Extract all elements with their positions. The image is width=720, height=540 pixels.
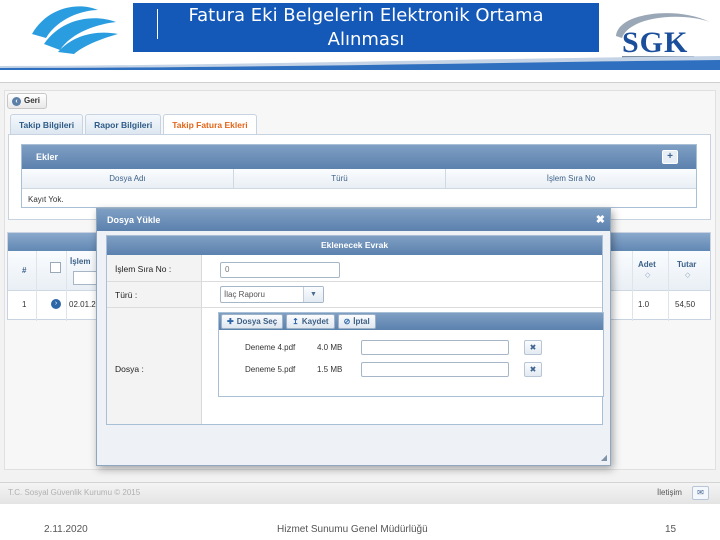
cancel-icon: ⊘ — [343, 317, 351, 326]
contact-icon[interactable]: ✉ — [692, 486, 709, 500]
institution-logo — [32, 6, 118, 54]
grid-divider — [66, 251, 67, 321]
ekler-panel: Ekler + Dosya Adı Türü İşlem Sıra No Kay… — [21, 144, 697, 208]
row-adet: 1.0 — [638, 300, 650, 309]
slide-title: Fatura Eki Belgelerin Elektronik Ortama … — [133, 3, 599, 52]
choose-file-label: Dosya Seç — [236, 317, 278, 326]
dialog-header[interactable]: Dosya Yükle ✖ — [97, 209, 610, 231]
file-progress-field[interactable] — [361, 362, 509, 377]
file-upload-panel: ✚ Dosya Seç ↥ Kaydet ⊘ İptal Deneme 4.pd… — [218, 312, 604, 397]
empty-message: Kayıt Yok. — [28, 195, 64, 204]
copyright-text: T.C. Sosyal Güvenlik Kurumu © 2015 — [8, 488, 141, 497]
islem-sira-label: İşlem Sıra No : — [115, 264, 172, 274]
grid-divider — [632, 251, 633, 321]
slide-date: 2.11.2020 — [44, 524, 88, 535]
form-row-divider — [107, 307, 602, 308]
turu-selected-value: İlaç Raporu — [224, 290, 265, 299]
title-divider — [157, 9, 158, 39]
upload-arrow-icon: ↥ — [292, 317, 299, 326]
back-button-label: Geri — [24, 96, 41, 105]
slide-page-number: 15 — [665, 524, 677, 535]
expand-row-icon[interactable]: › — [51, 299, 61, 309]
back-arrow-icon: ‹ — [12, 96, 21, 106]
file-name: Deneme 4.pdf — [245, 343, 296, 352]
choose-file-button[interactable]: ✚ Dosya Seç — [221, 314, 284, 329]
form-section-title: Eklenecek Evrak — [107, 236, 602, 255]
contact-link[interactable]: İletişim — [657, 488, 682, 497]
select-all-checkbox[interactable] — [50, 262, 61, 273]
tab-takip-fatura-ekleri[interactable]: Takip Fatura Ekleri — [163, 114, 257, 134]
column-turu[interactable]: Türü — [234, 169, 446, 188]
grid-header-hash: # — [22, 266, 27, 275]
chevron-down-icon[interactable]: ▼ — [303, 287, 323, 302]
grid-header-tutar[interactable]: Tutar — [677, 260, 696, 269]
upload-dialog: Dosya Yükle ✖ Eklenecek Evrak İşlem Sıra… — [96, 208, 611, 466]
ekler-header: Ekler + — [22, 145, 696, 169]
ekler-column-headers: Dosya Adı Türü İşlem Sıra No — [22, 169, 696, 189]
back-button[interactable]: ‹ Geri — [7, 93, 48, 109]
plus-icon[interactable]: + — [662, 150, 678, 164]
upload-toolbar: ✚ Dosya Seç ↥ Kaydet ⊘ İptal — [219, 313, 603, 330]
remove-file-icon[interactable]: ✖ — [524, 340, 542, 355]
app-footer: T.C. Sosyal Güvenlik Kurumu © 2015 İleti… — [0, 482, 720, 504]
form-row-divider — [107, 281, 602, 282]
remove-file-icon[interactable]: ✖ — [524, 362, 542, 377]
row-date: 02.01.2 — [69, 300, 96, 309]
turu-select[interactable]: İlaç Raporu ▼ — [220, 286, 324, 303]
slide-title-line1: Fatura Eki Belgelerin Elektronik Ortama — [188, 5, 544, 26]
sort-icon[interactable]: ◇ — [685, 271, 690, 279]
save-button[interactable]: ↥ Kaydet — [286, 314, 335, 329]
dialog-title: Dosya Yükle — [107, 215, 161, 225]
column-dosya-adi[interactable]: Dosya Adı — [22, 169, 234, 188]
file-progress-field[interactable] — [361, 340, 509, 355]
cancel-label: İptal — [353, 317, 370, 326]
slide-title-line2: Alınması — [327, 29, 405, 50]
row-tutar: 54,50 — [675, 300, 696, 309]
dosya-label: Dosya : — [115, 364, 144, 374]
grid-header-adet[interactable]: Adet — [638, 260, 656, 269]
row-number: 1 — [22, 300, 27, 309]
plus-icon: ✚ — [227, 317, 234, 326]
save-label: Kaydet — [301, 317, 329, 326]
evrak-form: Eklenecek Evrak İşlem Sıra No : 0 Türü :… — [106, 235, 604, 425]
islem-sira-input[interactable]: 0 — [220, 262, 340, 278]
file-name: Deneme 5.pdf — [245, 365, 296, 374]
slide-footer-text: Hizmet Sunumu Genel Müdürlüğü — [277, 524, 428, 535]
turu-label: Türü : — [115, 290, 138, 300]
sort-icon[interactable]: ◇ — [645, 271, 650, 279]
grid-divider — [668, 251, 669, 321]
grid-divider — [36, 251, 37, 321]
file-size: 4.0 MB — [317, 343, 343, 352]
close-icon[interactable]: ✖ — [596, 209, 605, 231]
tab-bar: Takip Bilgileri Rapor Bilgileri Takip Fa… — [10, 114, 257, 134]
file-size: 1.5 MB — [317, 365, 343, 374]
header-decoration — [0, 56, 720, 70]
grid-header-islem[interactable]: İşlem — [70, 257, 90, 266]
cancel-button[interactable]: ⊘ İptal — [337, 314, 376, 329]
sgk-logo-text: SGK — [622, 26, 688, 59]
tab-takip-bilgileri[interactable]: Takip Bilgileri — [10, 114, 84, 134]
ekler-title: Ekler — [36, 152, 59, 162]
tab-rapor-bilgileri[interactable]: Rapor Bilgileri — [85, 114, 162, 134]
column-islem-sira-no[interactable]: İşlem Sıra No — [446, 169, 696, 188]
resize-grip-icon[interactable]: ◢ — [601, 453, 607, 462]
